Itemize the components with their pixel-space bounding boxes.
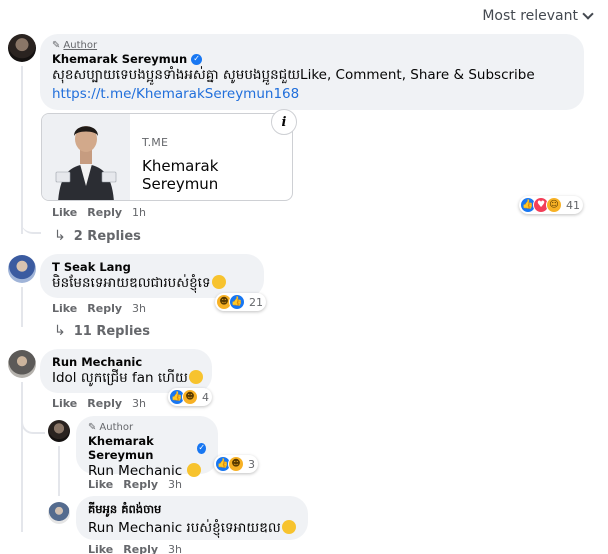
comment-actions: Like Reply 3h: [52, 397, 146, 410]
reply-bubble: គីមអូន គំពង់ចាម Run Mechanic របស់ខ្ញុំទេ…: [76, 496, 308, 540]
timestamp[interactable]: 3h: [168, 543, 182, 554]
thread-connector: [21, 418, 45, 434]
reply-bubble: ✎ Author Khemarak Sereymun ✓ Run Mechani…: [76, 416, 218, 479]
care-icon: ☺: [546, 197, 562, 213]
author-badge: ✎ Author: [52, 40, 572, 51]
like-button[interactable]: Like: [52, 397, 77, 410]
comment-actions: Like Reply 1h: [52, 206, 146, 219]
reply-actions: Like Reply 3h: [88, 478, 182, 491]
avatar[interactable]: [48, 502, 70, 524]
sort-label: Most relevant: [482, 8, 578, 24]
reaction-summary[interactable]: ☻ 👍 21: [215, 293, 266, 311]
commenter-name[interactable]: T Seak Lang: [52, 260, 131, 274]
commenter-name[interactable]: គីមអូន គំពង់ចាម: [88, 502, 161, 519]
reply-arrow-icon: ↳: [54, 323, 66, 339]
like-button[interactable]: Like: [88, 543, 113, 554]
timestamp[interactable]: 3h: [132, 397, 146, 410]
timestamp[interactable]: 3h: [168, 478, 182, 491]
reaction-summary[interactable]: 👍 ☻ 3: [214, 455, 258, 473]
comment-bubble: ✎ Author Khemarak Sereymun ✓ សុខសប្បាយទេ…: [40, 34, 584, 110]
grin-emoji-icon: [281, 520, 296, 534]
reaction-summary[interactable]: 👍 ♥ ☺ 41: [519, 196, 583, 214]
replies-label: 11 Replies: [73, 323, 150, 339]
link-preview-domain: T.ME: [142, 136, 169, 149]
mention-link[interactable]: Run Mechanic: [88, 520, 182, 536]
verified-badge-icon: ✓: [197, 442, 206, 454]
like-button[interactable]: Like: [52, 206, 77, 219]
comment-link[interactable]: https://t.me/KhemarakSereymun168: [52, 85, 572, 103]
link-preview-card[interactable]: T.ME Khemarak Sereymun: [41, 113, 293, 201]
comment-text: មិនមែនទេអាយឌលជារបស់ខ្ញុំទេ: [52, 275, 211, 291]
author-label: Author: [99, 422, 134, 433]
comment-text: សុខសប្បាយទេបងប្អូនទាំងអស់គ្នា សូមបងប្អូន…: [52, 67, 535, 83]
comment-bubble: T Seak Lang មិនមែនទេអាយឌលជារបស់ខ្ញុំទេ: [40, 254, 264, 298]
view-replies-button[interactable]: ↳ 11 Replies: [54, 323, 150, 339]
comment-text: Idol លូកជ្រើម fan ហើយ: [52, 370, 188, 386]
thread-line: [21, 382, 23, 532]
comment-actions: Like Reply 3h: [52, 302, 146, 315]
commenter-name[interactable]: Khemarak Sereymun: [52, 52, 187, 66]
reply-actions: Like Reply 3h: [88, 543, 182, 554]
pencil-icon: ✎: [52, 40, 61, 51]
comment-bubble: Run Mechanic Idol លូកជ្រើម fan ហើយ: [40, 349, 212, 393]
commenter-name[interactable]: Khemarak Sereymun: [88, 434, 193, 462]
reply-button[interactable]: Reply: [123, 478, 158, 491]
link-preview-image: [42, 114, 130, 200]
avatar[interactable]: [8, 350, 36, 378]
commenter-name[interactable]: Run Mechanic: [52, 355, 142, 369]
sort-dropdown[interactable]: Most relevant: [482, 8, 594, 24]
reaction-summary[interactable]: 👍 ☻ 4: [168, 388, 212, 406]
thread-connector: [21, 212, 41, 234]
timestamp[interactable]: 1h: [132, 206, 146, 219]
reply-button[interactable]: Reply: [87, 206, 122, 219]
avatar[interactable]: [8, 34, 36, 62]
reaction-count: 41: [566, 198, 580, 212]
grin-emoji-icon: [211, 275, 226, 289]
thread-line: [58, 446, 60, 496]
haha-icon: ☻: [182, 389, 198, 405]
reply-arrow-icon: ↳: [54, 228, 66, 244]
reaction-count: 3: [248, 457, 255, 471]
reply-button[interactable]: Reply: [123, 543, 158, 554]
chevron-down-icon: [582, 8, 594, 20]
link-preview-title: Khemarak Sereymun: [142, 157, 219, 193]
thread-line: [21, 66, 23, 234]
like-button[interactable]: Like: [88, 478, 113, 491]
haha-icon: ☻: [228, 456, 244, 472]
reaction-count: 4: [202, 390, 209, 404]
avatar[interactable]: [8, 255, 36, 283]
author-badge: ✎ Author: [88, 422, 206, 433]
thread-line: [21, 287, 23, 327]
timestamp[interactable]: 3h: [132, 302, 146, 315]
avatar[interactable]: [48, 420, 70, 442]
reply-button[interactable]: Reply: [87, 397, 122, 410]
mention-link[interactable]: Run Mechanic: [88, 463, 182, 479]
like-icon: 👍: [229, 294, 245, 310]
comment-text: របស់ខ្ញុំទេអាយឌល: [186, 520, 281, 536]
pencil-icon: ✎: [88, 422, 97, 433]
reply-button[interactable]: Reply: [87, 302, 122, 315]
view-replies-button[interactable]: ↳ 2 Replies: [54, 228, 141, 244]
grin-emoji-icon: [188, 370, 203, 384]
reaction-count: 21: [249, 295, 263, 309]
info-icon[interactable]: i: [271, 109, 297, 135]
like-button[interactable]: Like: [52, 302, 77, 315]
author-label: Author: [63, 40, 98, 51]
replies-label: 2 Replies: [73, 228, 141, 244]
verified-badge-icon: ✓: [191, 53, 203, 65]
grin-emoji-icon: [187, 463, 202, 477]
